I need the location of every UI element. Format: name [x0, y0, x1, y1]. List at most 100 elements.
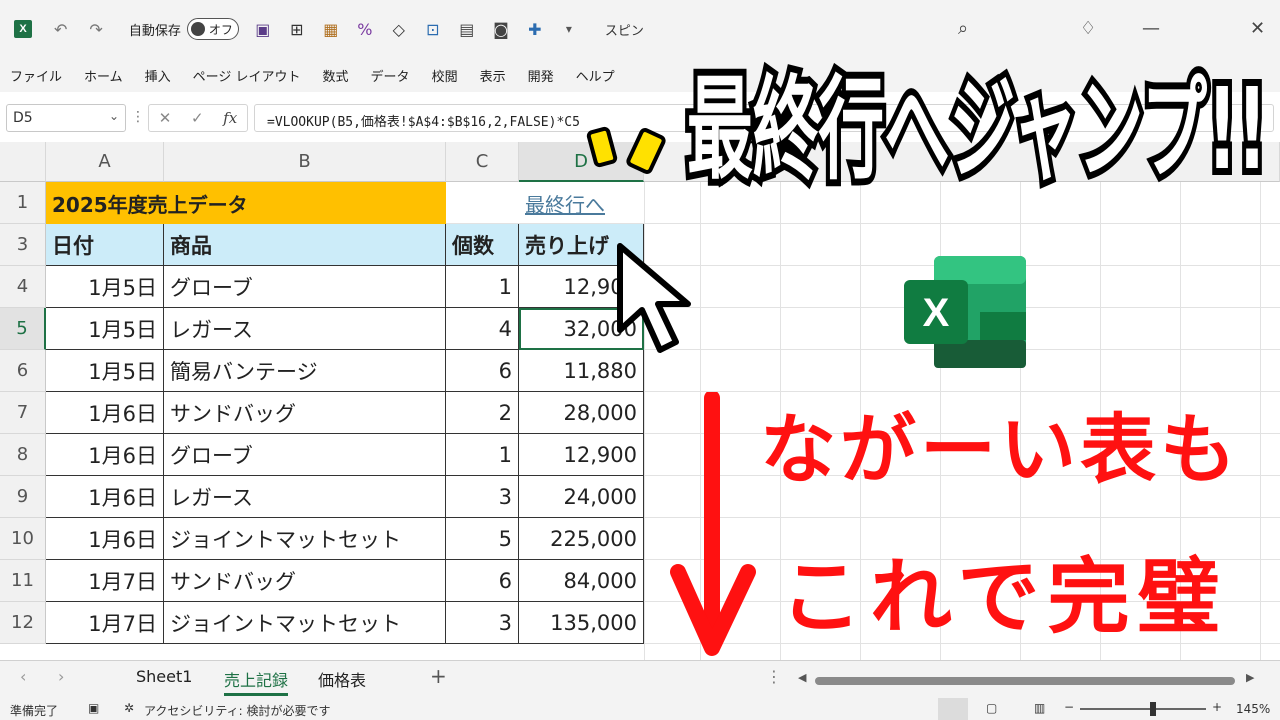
cell-A7[interactable]: 1月6日 — [46, 392, 164, 434]
zoom-level[interactable]: 145% — [1236, 702, 1270, 716]
column-header-b[interactable]: B — [164, 142, 446, 182]
cell-D10[interactable]: 225,000 — [519, 518, 644, 560]
column-header-c[interactable]: C — [446, 142, 519, 182]
borders-icon[interactable]: ⊞ — [287, 19, 307, 39]
cell-A9[interactable]: 1月6日 — [46, 476, 164, 518]
tab-home[interactable]: ホーム — [84, 66, 123, 85]
autosave-toggle[interactable]: オフ — [186, 18, 239, 40]
cell-C11[interactable]: 6 — [446, 560, 519, 602]
tab-review[interactable]: 校閲 — [432, 66, 458, 85]
cell-B4[interactable]: グローブ — [164, 266, 446, 308]
cell-B9[interactable]: レガース — [164, 476, 446, 518]
horizontal-scrollbar[interactable] — [815, 677, 1235, 685]
cell-B12[interactable]: ジョイントマットセット — [164, 602, 446, 644]
cell-C7[interactable]: 2 — [446, 392, 519, 434]
more-icon[interactable]: ⋮ — [131, 109, 145, 125]
cell-C4[interactable]: 1 — [446, 266, 519, 308]
page-layout-view-icon[interactable]: ▢ — [986, 701, 997, 715]
cell-C6[interactable]: 6 — [446, 350, 519, 392]
hscroll-left-icon[interactable]: ◀ — [798, 671, 806, 684]
camera-icon[interactable]: ◙ — [491, 19, 511, 39]
cell-C10[interactable]: 5 — [446, 518, 519, 560]
tab-page-layout[interactable]: ページ レイアウト — [193, 66, 301, 85]
tab-data[interactable]: データ — [371, 66, 410, 85]
last-row-link[interactable]: 最終行へ — [519, 182, 639, 224]
hscroll-right-icon[interactable]: ▶ — [1246, 671, 1254, 684]
excel-icon[interactable]: X — [14, 20, 32, 38]
cancel-icon[interactable]: ✕ — [159, 109, 172, 127]
cell-D8[interactable]: 12,900 — [519, 434, 644, 476]
accessibility-status[interactable]: アクセシビリティ: 検討が必要です — [144, 702, 331, 719]
cell-B10[interactable]: ジョイントマットセット — [164, 518, 446, 560]
row-header-9[interactable]: 9 — [0, 476, 46, 518]
select-all-corner[interactable] — [0, 142, 46, 182]
cell-D7[interactable]: 28,000 — [519, 392, 644, 434]
cell-D12[interactable]: 135,000 — [519, 602, 644, 644]
tab-view[interactable]: 表示 — [480, 66, 506, 85]
row-header-4[interactable]: 4 — [0, 266, 46, 308]
zoom-out-icon[interactable]: − — [1064, 700, 1074, 714]
customize-qat-icon[interactable]: ▾ — [559, 19, 579, 39]
column-header-a[interactable]: A — [46, 142, 164, 182]
scroll-right-icon[interactable]: › — [58, 667, 64, 686]
cell-B11[interactable]: サンドバッグ — [164, 560, 446, 602]
tab-developer[interactable]: 開発 — [528, 66, 554, 85]
name-box[interactable]: D5 ⌄ — [6, 104, 126, 132]
cell-C12[interactable]: 3 — [446, 602, 519, 644]
accessibility-icon[interactable]: ✲ — [124, 701, 134, 715]
freeze-icon[interactable]: ✚ — [525, 19, 545, 39]
sheet-tab-prices[interactable]: 価格表 — [318, 667, 366, 691]
fill-color-icon[interactable]: ◇ — [389, 19, 409, 39]
row-header-3[interactable]: 3 — [0, 224, 46, 266]
cell-B7[interactable]: サンドバッグ — [164, 392, 446, 434]
cell-D11[interactable]: 84,000 — [519, 560, 644, 602]
page-break-view-icon[interactable]: ▥ — [1034, 701, 1045, 715]
zoom-in-icon[interactable]: + — [1212, 700, 1222, 714]
row-header-1[interactable]: 1 — [0, 182, 46, 224]
add-sheet-button[interactable]: + — [430, 664, 447, 688]
chevron-down-icon[interactable]: ⌄ — [109, 109, 119, 123]
sheet-tab-sales[interactable]: 売上記録 — [224, 667, 289, 696]
tab-formulas[interactable]: 数式 — [323, 66, 349, 85]
row-header-10[interactable]: 10 — [0, 518, 46, 560]
cell-D9[interactable]: 24,000 — [519, 476, 644, 518]
cell-B8[interactable]: グローブ — [164, 434, 446, 476]
cell-A3[interactable]: 日付 — [46, 224, 164, 266]
cell-A4[interactable]: 1月5日 — [46, 266, 164, 308]
cell-B5[interactable]: レガース — [164, 308, 446, 350]
undo-icon[interactable]: ↶ — [54, 20, 67, 39]
save-icon[interactable]: ▣ — [253, 19, 273, 39]
tab-insert[interactable]: 挿入 — [145, 66, 171, 85]
cell-C8[interactable]: 1 — [446, 434, 519, 476]
cell-C9[interactable]: 3 — [446, 476, 519, 518]
cell-A6[interactable]: 1月5日 — [46, 350, 164, 392]
row-header-6[interactable]: 6 — [0, 350, 46, 392]
zoom-slider[interactable] — [1080, 708, 1206, 710]
row-header-8[interactable]: 8 — [0, 434, 46, 476]
scroll-left-icon[interactable]: ‹ — [20, 667, 26, 686]
cell-C3[interactable]: 個数 — [446, 224, 519, 266]
cell-A10[interactable]: 1月6日 — [46, 518, 164, 560]
percent-icon[interactable]: % — [355, 19, 375, 39]
cell-A8[interactable]: 1月6日 — [46, 434, 164, 476]
row-header-7[interactable]: 7 — [0, 392, 46, 434]
row-header-11[interactable]: 11 — [0, 560, 46, 602]
cell-A12[interactable]: 1月7日 — [46, 602, 164, 644]
insert-function-icon[interactable]: fx — [223, 109, 237, 127]
normal-view-icon[interactable] — [938, 698, 968, 720]
macro-icon[interactable]: ▣ — [88, 701, 99, 715]
more-icon[interactable]: ⋮ — [766, 667, 782, 686]
cell-B3[interactable]: 商品 — [164, 224, 446, 266]
cell-A5[interactable]: 1月5日 — [46, 308, 164, 350]
confirm-icon[interactable]: ✓ — [191, 109, 204, 127]
cell-B6[interactable]: 簡易バンテージ — [164, 350, 446, 392]
form-icon[interactable]: ▤ — [457, 19, 477, 39]
row-header-5[interactable]: 5 — [0, 308, 46, 350]
zoom-slider-thumb[interactable] — [1150, 702, 1156, 716]
tab-help[interactable]: ヘルプ — [576, 66, 615, 85]
cell-A1[interactable]: 2025年度売上データ — [46, 182, 446, 224]
redo-icon[interactable]: ↷ — [89, 20, 102, 39]
center-icon[interactable]: ⊡ — [423, 19, 443, 39]
tab-file[interactable]: ファイル — [10, 66, 62, 85]
row-header-12[interactable]: 12 — [0, 602, 46, 644]
